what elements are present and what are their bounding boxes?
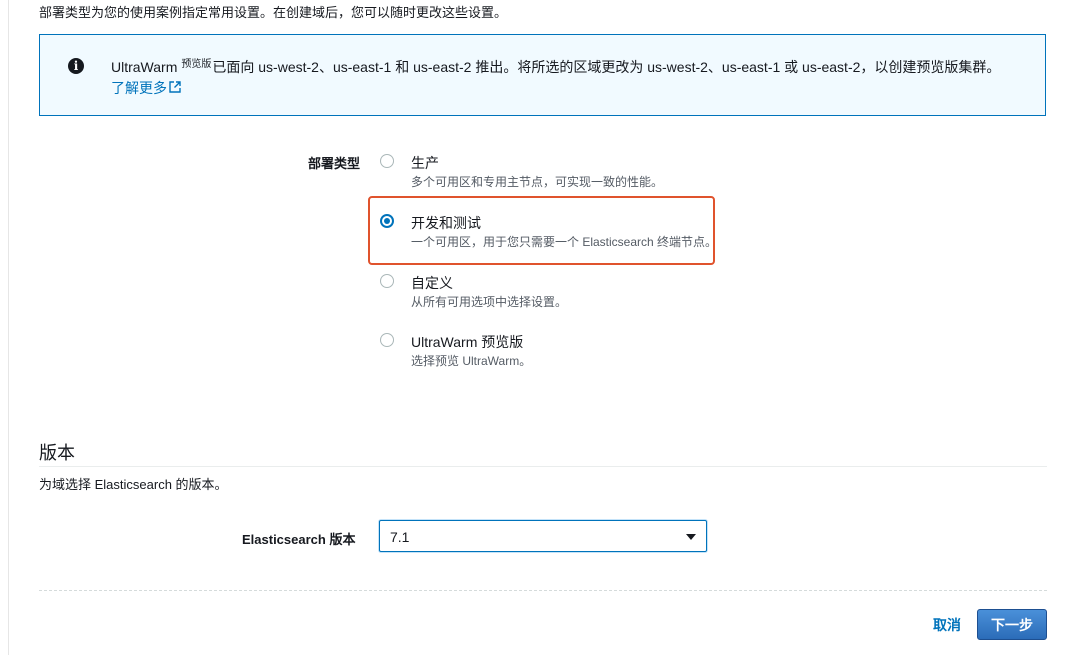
radio-option-custom[interactable]: 自定义 从所有可用选项中选择设置。 bbox=[380, 273, 710, 319]
elasticsearch-version-select[interactable]: 7.1 bbox=[379, 520, 707, 552]
footer-divider bbox=[39, 590, 1047, 591]
option-title: 生产 bbox=[411, 155, 439, 171]
radio-button[interactable] bbox=[380, 333, 394, 347]
next-step-button[interactable]: 下一步 bbox=[977, 609, 1047, 640]
info-alert-message: UltraWarm 预览版已面向 us-west-2、us-east-1 和 us… bbox=[111, 55, 1000, 77]
selected-version-value: 7.1 bbox=[390, 529, 410, 545]
learn-more-label: 了解更多 bbox=[111, 80, 167, 96]
info-icon: i bbox=[68, 58, 84, 74]
radio-option-dev-test[interactable]: 开发和测试 一个可用区，用于您只需要一个 Elasticsearch 终端节点。 bbox=[380, 213, 717, 259]
alert-body: 已面向 us-west-2、us-east-1 和 us-east-2 推出。将… bbox=[212, 59, 1001, 75]
option-description: 从所有可用选项中选择设置。 bbox=[411, 295, 568, 309]
radio-option-production[interactable]: 生产 多个可用区和专用主节点，可实现一致的性能。 bbox=[380, 153, 710, 199]
option-description: 选择预览 UltraWarm。 bbox=[411, 354, 532, 368]
radio-option-ultrawarm-preview[interactable]: UltraWarm 预览版 选择预览 UltraWarm。 bbox=[380, 332, 710, 378]
preview-badge: 预览版 bbox=[181, 59, 212, 70]
option-description: 一个可用区，用于您只需要一个 Elasticsearch 终端节点。 bbox=[411, 235, 718, 249]
deployment-type-label: 部署类型 bbox=[308, 156, 361, 171]
deployment-intro-text: 部署类型为您的使用案例指定常用设置。在创建域后，您可以随时更改这些设置。 bbox=[39, 5, 508, 20]
caret-down-icon bbox=[686, 534, 696, 540]
option-description: 多个可用区和专用主节点，可实现一致的性能。 bbox=[411, 175, 664, 189]
radio-button[interactable] bbox=[380, 274, 394, 288]
version-section-description: 为域选择 Elasticsearch 的版本。 bbox=[39, 477, 228, 492]
external-link-icon bbox=[169, 81, 181, 96]
radio-button-selected[interactable] bbox=[380, 214, 394, 228]
product-name: UltraWarm bbox=[111, 59, 178, 75]
option-title: UltraWarm 预览版 bbox=[411, 334, 524, 350]
radio-button[interactable] bbox=[380, 154, 394, 168]
ultrawarm-info-alert: i UltraWarm 预览版已面向 us-west-2、us-east-1 和 … bbox=[39, 34, 1046, 116]
cancel-button[interactable]: 取消 bbox=[924, 610, 970, 640]
section-divider bbox=[39, 466, 1047, 467]
option-title: 自定义 bbox=[411, 275, 453, 291]
create-domain-step-page: 部署类型为您的使用案例指定常用设置。在创建域后，您可以随时更改这些设置。 i U… bbox=[0, 0, 1077, 655]
option-title: 开发和测试 bbox=[411, 215, 481, 231]
left-border bbox=[8, 0, 9, 655]
learn-more-link[interactable]: 了解更多 bbox=[111, 78, 181, 98]
elasticsearch-version-label: Elasticsearch 版本 bbox=[242, 532, 356, 547]
version-section-title: 版本 bbox=[39, 443, 75, 463]
